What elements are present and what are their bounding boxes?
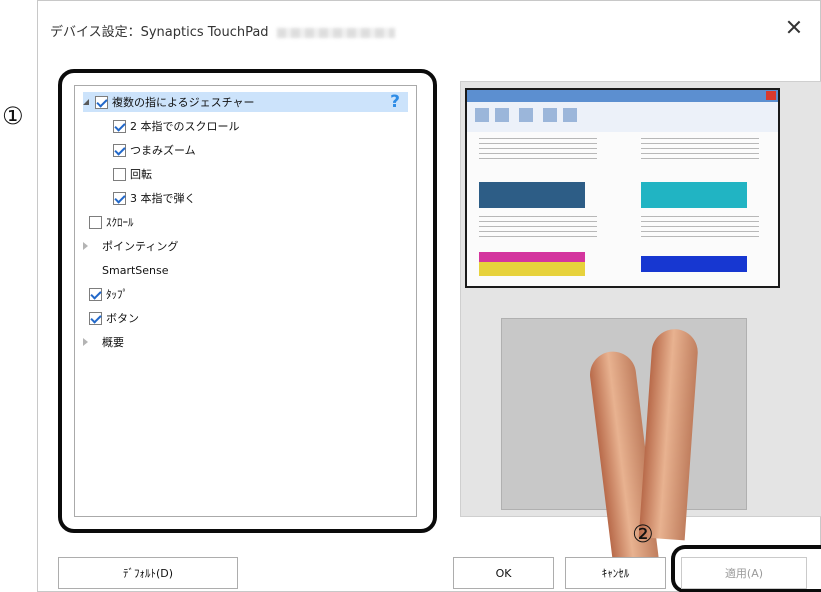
finger-icon <box>638 327 700 541</box>
settings-tree: 複数の指によるジェスチャー ? 2 本指でのスクロール つまみズーム 回転 3 … <box>74 85 417 517</box>
tree-item-label: ｽｸﾛｰﾙ <box>106 216 134 229</box>
tree-item-pinch-zoom[interactable]: つまみズーム <box>113 140 196 160</box>
tree-item-scroll[interactable]: ｽｸﾛｰﾙ <box>89 212 134 232</box>
tree-item-label: 複数の指によるジェスチャー <box>112 96 255 109</box>
tree-item-label: 回転 <box>130 168 152 181</box>
tree-item-multi-finger-gestures[interactable]: 複数の指によるジェスチャー ? <box>83 92 408 112</box>
ok-button[interactable]: OK <box>453 557 554 589</box>
checkbox-pinch-zoom[interactable] <box>113 143 126 157</box>
checkbox-buttons[interactable] <box>89 311 102 325</box>
checkbox-scroll[interactable] <box>89 215 102 229</box>
checkbox-multi-finger-gestures[interactable] <box>95 95 108 109</box>
dialog-title: デバイス設定：Synaptics TouchPad <box>50 21 395 40</box>
callout-1: ① <box>2 102 24 130</box>
tree-item-label: 2 本指でのスクロール <box>130 120 240 133</box>
tree-item-label: 概要 <box>102 336 124 349</box>
expand-arrow-icon[interactable] <box>83 99 89 105</box>
tree-item-three-finger-flick[interactable]: 3 本指で弾く <box>113 188 196 208</box>
tree-item-label: 3 本指で弾く <box>130 192 196 205</box>
checkbox-three-finger-flick[interactable] <box>113 191 126 205</box>
tree-item-pointing[interactable]: ポインティング <box>83 236 178 256</box>
tree-item-label: ボタン <box>106 312 139 325</box>
help-icon[interactable]: ? <box>390 92 400 112</box>
gesture-preview-panel <box>460 81 821 564</box>
tree-item-rotate[interactable]: 回転 <box>113 164 152 184</box>
blurred-model-text <box>276 27 395 38</box>
close-button[interactable] <box>784 17 804 37</box>
expand-arrow-icon[interactable] <box>83 242 88 250</box>
apply-button[interactable]: 適用(A) <box>681 557 807 589</box>
expand-arrow-icon[interactable] <box>83 338 88 346</box>
tree-item-tap[interactable]: ﾀｯﾌﾟ <box>89 284 128 304</box>
tree-item-overview[interactable]: 概要 <box>83 332 124 352</box>
tree-item-label: ポインティング <box>102 240 179 253</box>
title-bar: デバイス設定：Synaptics TouchPad <box>38 1 820 53</box>
checkbox-rotate[interactable] <box>113 167 126 181</box>
default-button[interactable]: ﾃﾞﾌｫﾙﾄ(D) <box>58 557 238 589</box>
tree-item-smartsense[interactable]: SmartSense <box>102 260 169 280</box>
callout-2: ② <box>632 520 654 548</box>
tree-item-label: ﾀｯﾌﾟ <box>106 288 128 301</box>
tree-item-label: SmartSense <box>102 263 169 277</box>
tree-item-label: つまみズーム <box>130 144 196 157</box>
checkbox-two-finger-scroll[interactable] <box>113 119 126 133</box>
device-settings-dialog: デバイス設定：Synaptics TouchPad 複数の指によるジェスチャー … <box>37 0 821 592</box>
tree-item-two-finger-scroll[interactable]: 2 本指でのスクロール <box>113 116 240 136</box>
tree-item-buttons[interactable]: ボタン <box>89 308 139 328</box>
checkbox-tap[interactable] <box>89 287 102 301</box>
preview-screen-icon <box>465 88 780 288</box>
cancel-button[interactable]: ｷｬﾝｾﾙ <box>565 557 666 589</box>
callout-frame-1: 複数の指によるジェスチャー ? 2 本指でのスクロール つまみズーム 回転 3 … <box>58 69 437 533</box>
two-finger-gesture-icon <box>501 318 747 564</box>
